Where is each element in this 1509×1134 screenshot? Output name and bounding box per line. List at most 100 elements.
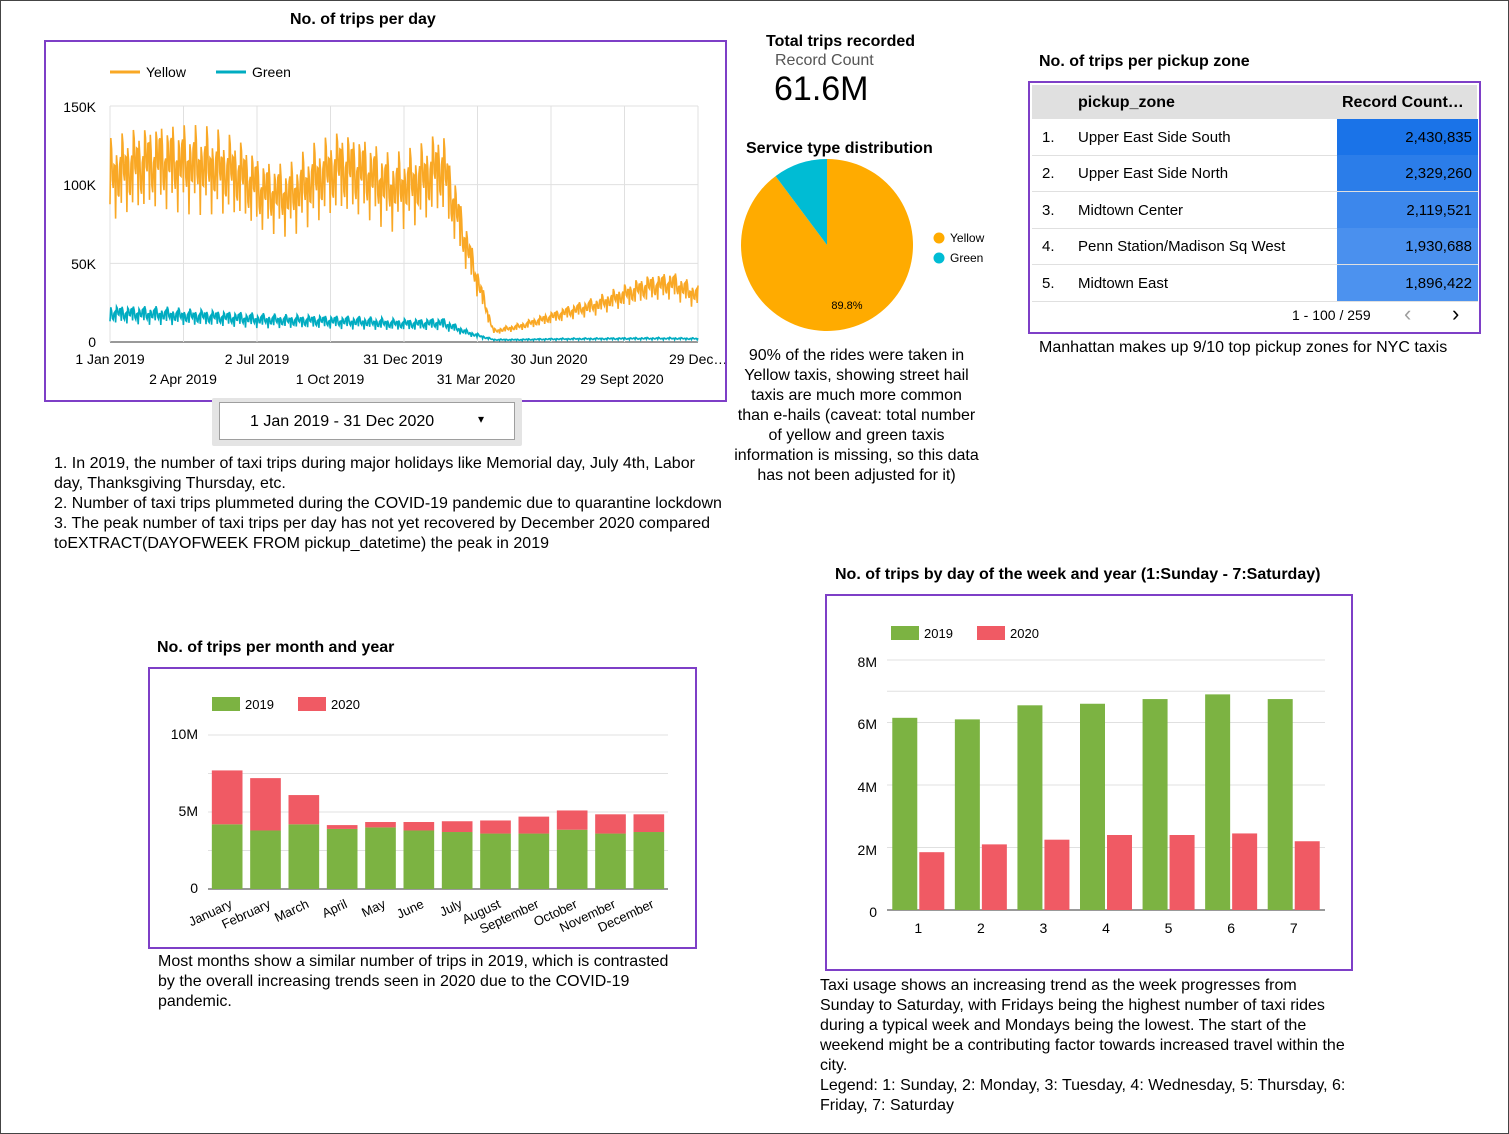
monthly-y-tick-10m: 10M [171, 726, 198, 742]
scorecard-label: Record Count [775, 52, 874, 69]
y-tick-50k: 50K [71, 256, 97, 272]
row-zone: Upper East Side North [1078, 165, 1229, 182]
monthly-y-tick-0: 0 [190, 880, 198, 896]
scorecard-title: Total trips recorded [766, 33, 916, 50]
monthly-chart-title: No. of trips per month and year [157, 639, 395, 656]
weekly-y-tick-6m: 6M [858, 716, 877, 732]
pie-slice-yellow [741, 159, 914, 331]
x-tick-31mar2020: 31 Mar 2020 [437, 371, 516, 387]
monthly-chart-box: 2019 2020 10M 5M 0 January February March A… [148, 667, 697, 949]
bar-2020-september [518, 816, 550, 834]
weekly-bars [892, 694, 1320, 910]
row-rank: 4. [1042, 238, 1055, 255]
zones-table-title: No. of trips per pickup zone [1039, 53, 1250, 70]
weekly-y-tick-2m: 2M [858, 842, 877, 858]
y-tick-100k: 100K [63, 177, 96, 193]
x-tick-29dec: 29 Dec… [669, 351, 725, 367]
x-tick-2apr2019: 2 Apr 2019 [149, 371, 217, 387]
monthly-x-labels: JanuaryFebruary March April May June JulyAugu… [186, 896, 657, 937]
row-rank: 3. [1042, 202, 1055, 219]
col-header-count[interactable]: Record Count… [1342, 94, 1464, 112]
pie-note: 90% of the rides were taken in Yellow ta… [734, 347, 979, 484]
bar-2019-february [250, 830, 281, 889]
bar-2019-day-7 [1267, 699, 1293, 910]
legend-green-label: Green [252, 64, 291, 80]
bar-2020-day-2 [981, 844, 1007, 910]
monthly-legend-2019-swatch [212, 697, 240, 711]
bar-2020-october [556, 810, 588, 830]
y-tick-150k: 150K [63, 99, 96, 115]
table-row: 3. Midtown Center 2,119,521 [1032, 192, 1478, 229]
bar-2019-march [288, 824, 320, 889]
x-label-june: June [394, 896, 426, 922]
x-label-may: May [359, 896, 388, 920]
weekly-y-tick-4m: 4M [858, 779, 877, 795]
row-zone: Midtown Center [1078, 202, 1184, 219]
daily-chart-title: No. of trips per day [290, 11, 436, 28]
monthly-legend-2020-swatch [298, 697, 326, 711]
bar-2020-day-1 [919, 852, 945, 910]
monthly-legend-2020-label: 2020 [331, 697, 360, 712]
legend-yellow-label: Yellow [146, 64, 187, 80]
weekly-bar-chart: 2019 2020 8M 6M 4M 2M 0 1 2 3 4 5 6 7 [858, 626, 1325, 936]
weekly-chart-title: No. of trips by day of the week and year… [835, 566, 1321, 583]
x-tick-31dec2019: 31 Dec 2019 [363, 351, 443, 367]
bar-2020-may [365, 822, 396, 828]
date-range-picker[interactable]: 1 Jan 2019 - 31 Dec 2020 ▾ [219, 402, 515, 440]
bar-2019-september [518, 833, 550, 889]
bar-2020-november [595, 814, 626, 834]
bar-2020-day-5 [1169, 835, 1195, 910]
bar-2019-june [403, 830, 435, 889]
x-label-day-6: 6 [1227, 920, 1235, 936]
weekly-legend-2019-swatch [891, 626, 919, 640]
bar-2019-day-3 [1017, 705, 1043, 910]
bar-2020-july [441, 821, 473, 833]
zones-note: Manhattan makes up 9/10 top pickup zones… [1039, 339, 1448, 356]
x-tick-30jun2020: 30 Jun 2020 [510, 351, 587, 367]
table-body: 1. Upper East Side South 2,430,835 2. Up… [1032, 119, 1478, 305]
weekly-legend-text: Legend: 1: Sunday, 2: Monday, 3: Tuesday… [820, 1077, 1346, 1114]
next-page-icon[interactable]: › [1452, 301, 1459, 327]
row-rank: 5. [1042, 275, 1055, 292]
row-count: 2,430,835 [1405, 129, 1472, 146]
bar-2020-august [480, 820, 511, 834]
daily-note-3: 3. The peak number of taxi trips per day… [54, 515, 711, 552]
x-label-day-2: 2 [977, 920, 985, 936]
x-tick-1jan2019: 1 Jan 2019 [75, 351, 144, 367]
bar-2019-day-1 [892, 717, 918, 910]
x-label-day-7: 7 [1290, 920, 1298, 936]
pie-legend-green-dot [933, 252, 945, 264]
row-zone: Upper East Side South [1078, 129, 1231, 146]
date-range-value: 1 Jan 2019 - 31 Dec 2020 [250, 413, 435, 430]
bar-2019-december [633, 832, 665, 889]
weekly-x-labels: 1 2 3 4 5 6 7 [914, 920, 1297, 936]
row-rank: 2. [1042, 165, 1055, 182]
x-label-april: April [320, 896, 350, 921]
bar-2020-march [288, 795, 320, 825]
scorecard-value: 61.6M [774, 70, 869, 108]
prev-page-icon[interactable]: ‹ [1404, 301, 1411, 327]
weekly-y-tick-8m: 8M [858, 654, 877, 670]
x-tick-29sept2020: 29 Sept 2020 [580, 371, 664, 387]
bar-2019-day-2 [954, 719, 980, 910]
table-header: pickup_zone Record Count… [1032, 85, 1477, 119]
x-tick-1oct2019: 1 Oct 2019 [296, 371, 365, 387]
bar-2019-may [365, 827, 396, 889]
bar-2019-november [595, 833, 626, 889]
weekly-y-tick-0: 0 [869, 904, 877, 920]
weekly-note-text: Taxi usage shows an increasing trend as … [820, 977, 1345, 1074]
pagination-text: 1 - 100 / 259 [1292, 307, 1371, 323]
zones-table-box: pickup_zone Record Count… 1. Upper East … [1028, 81, 1481, 334]
bar-2020-april [326, 825, 358, 829]
bar-2020-day-7 [1294, 841, 1320, 910]
bar-2019-august [480, 833, 511, 889]
x-label-day-3: 3 [1040, 920, 1048, 936]
row-count-cell: 1,930,688 [1337, 228, 1478, 264]
row-count: 2,119,521 [1406, 202, 1472, 219]
row-rank: 1. [1042, 129, 1055, 146]
col-header-zone[interactable]: pickup_zone [1078, 94, 1175, 112]
row-count-cell: 2,329,260 [1337, 155, 1478, 191]
dropdown-caret-icon: ▾ [478, 412, 485, 426]
bar-2020-day-6 [1232, 833, 1258, 910]
bar-2020-day-3 [1044, 839, 1070, 910]
